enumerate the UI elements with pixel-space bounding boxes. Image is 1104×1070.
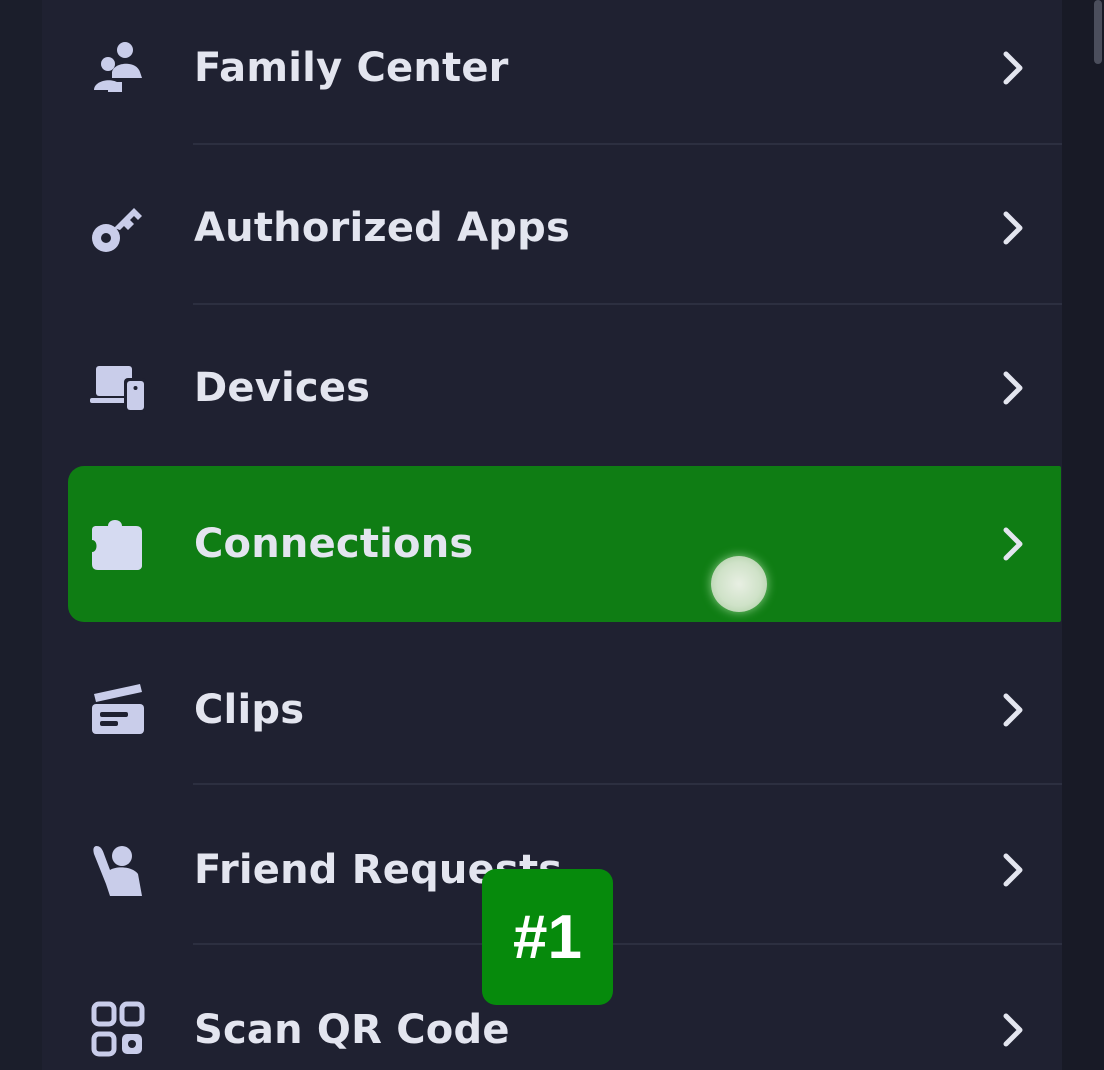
chevron-right-icon — [1000, 692, 1028, 728]
family-icon — [88, 38, 148, 98]
menu-item-connections[interactable]: Connections — [42, 466, 1062, 622]
puzzle-icon — [88, 514, 148, 574]
menu-item-label: Authorized Apps — [194, 205, 570, 251]
key-icon — [88, 198, 148, 258]
touch-indicator — [711, 556, 767, 612]
qr-scan-icon — [88, 1000, 148, 1060]
menu-item-label: Devices — [194, 365, 371, 411]
menu-item-label: Connections — [194, 521, 474, 567]
clapperboard-icon — [88, 680, 148, 740]
step-badge: #1 — [482, 869, 613, 1005]
menu-item-clips[interactable]: Clips — [42, 630, 1062, 790]
menu-item-authorized-apps[interactable]: Authorized Apps — [42, 148, 1062, 308]
chevron-right-icon — [1000, 210, 1028, 246]
wave-person-icon — [88, 840, 148, 900]
menu-item-devices[interactable]: Devices — [42, 308, 1062, 468]
menu-item-label: Clips — [194, 687, 305, 733]
chevron-right-icon — [1000, 1012, 1028, 1048]
menu-item-label: Scan QR Code — [194, 1007, 510, 1053]
menu-item-label: Family Center — [194, 45, 509, 91]
divider — [193, 783, 1062, 785]
chevron-right-icon — [1000, 526, 1028, 562]
devices-icon — [88, 358, 148, 418]
divider — [193, 303, 1062, 305]
scrollbar[interactable] — [1094, 0, 1102, 64]
menu-item-family-center[interactable]: Family Center — [42, 0, 1062, 148]
divider — [193, 943, 1062, 945]
edge-gutter — [1062, 0, 1104, 1070]
chevron-right-icon — [1000, 852, 1028, 888]
chevron-right-icon — [1000, 50, 1028, 86]
divider — [193, 143, 1062, 145]
chevron-right-icon — [1000, 370, 1028, 406]
settings-screen: Family Center Authorized Apps Devices Co… — [0, 0, 1104, 1070]
